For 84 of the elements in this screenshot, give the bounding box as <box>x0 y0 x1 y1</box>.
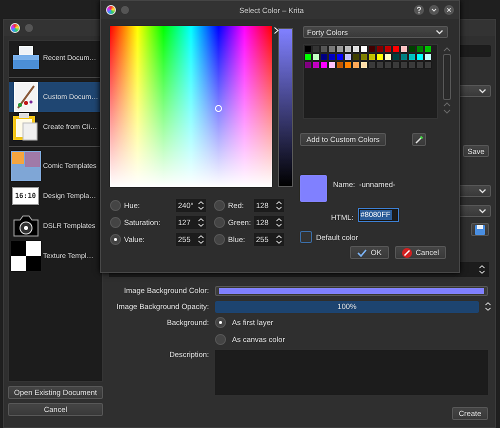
eyedropper-icon <box>414 135 424 144</box>
color-picker-button[interactable] <box>215 286 488 296</box>
radio-button[interactable] <box>214 216 225 228</box>
color-swatch[interactable] <box>304 61 312 69</box>
color-swatch[interactable] <box>376 45 384 53</box>
color-swatch[interactable] <box>360 53 368 61</box>
spin-arrows-icon[interactable] <box>198 234 204 244</box>
spin-arrows-icon[interactable] <box>485 302 491 311</box>
help-icon[interactable] <box>414 5 424 15</box>
color-swatch[interactable] <box>384 45 392 53</box>
color-swatch[interactable] <box>392 53 400 61</box>
spin-arrows-icon[interactable] <box>276 218 282 226</box>
color-swatch[interactable] <box>424 45 432 53</box>
color-swatch[interactable] <box>416 53 424 61</box>
color-swatch[interactable] <box>376 53 384 61</box>
color-swatch[interactable] <box>416 45 424 53</box>
radio-button[interactable] <box>110 234 121 244</box>
color-swatch[interactable] <box>368 53 376 61</box>
color-swatch[interactable] <box>344 61 352 69</box>
color-swatch[interactable] <box>328 61 336 69</box>
color-swatch[interactable] <box>344 53 352 61</box>
chevron-down-icon <box>479 88 486 94</box>
color-swatch[interactable] <box>304 45 312 53</box>
color-swatch[interactable] <box>312 53 320 61</box>
radio-button[interactable] <box>215 334 226 345</box>
color-swatch[interactable] <box>336 45 344 53</box>
app-logo-icon <box>10 23 20 33</box>
color-swatch[interactable] <box>392 45 400 53</box>
scroll-up-icon[interactable] <box>443 47 452 52</box>
comic-page-icon <box>10 151 40 181</box>
save-icon-button[interactable] <box>471 223 489 236</box>
color-swatch[interactable] <box>328 53 336 61</box>
color-swatch[interactable] <box>352 53 360 61</box>
checkmark-icon <box>356 248 367 256</box>
radio-button[interactable] <box>215 317 226 328</box>
color-swatch[interactable] <box>312 45 320 53</box>
spin-arrows-icon[interactable] <box>276 234 282 244</box>
color-preview <box>300 175 327 202</box>
minimize-icon[interactable] <box>429 5 439 15</box>
radio-button[interactable] <box>110 216 121 228</box>
close-icon[interactable] <box>444 5 454 15</box>
clipboard-icon <box>12 112 40 142</box>
radio-button[interactable] <box>214 234 225 244</box>
color-swatch[interactable] <box>360 45 368 53</box>
radio-button[interactable] <box>110 200 121 210</box>
color-swatch[interactable] <box>312 61 320 69</box>
app-logo-icon <box>106 5 116 15</box>
color-swatch[interactable] <box>400 45 408 53</box>
color-swatch[interactable] <box>344 45 352 53</box>
color-swatch[interactable] <box>384 53 392 61</box>
color-swatch[interactable] <box>304 53 312 61</box>
color-swatch[interactable] <box>320 61 328 69</box>
color-swatch[interactable] <box>352 61 360 69</box>
chevron-down-icon <box>436 30 443 34</box>
chevron-down-icon <box>479 208 486 214</box>
color-swatch[interactable] <box>408 53 416 61</box>
picker-cursor-icon <box>215 105 222 112</box>
color-swatch[interactable] <box>408 45 416 53</box>
scroll-down-icon[interactable] <box>443 109 452 114</box>
chevron-down-icon <box>479 188 486 194</box>
cancel-icon <box>402 248 412 258</box>
color-swatch[interactable] <box>328 45 336 53</box>
tray-icon <box>12 45 40 71</box>
color-swatch[interactable] <box>320 53 328 61</box>
camera-icon <box>12 214 40 238</box>
spin-arrows-icon[interactable] <box>276 200 282 210</box>
color-swatch[interactable] <box>336 53 344 61</box>
color-swatch[interactable] <box>320 45 328 53</box>
color-swatch[interactable] <box>352 45 360 53</box>
radio-button[interactable] <box>214 200 225 210</box>
eyedropper-button[interactable] <box>412 133 426 146</box>
color-swatch[interactable] <box>360 61 368 69</box>
spin-arrows-icon <box>479 265 485 274</box>
brushes-icon <box>14 82 38 112</box>
color-swatch[interactable] <box>424 53 432 61</box>
color-field[interactable] <box>110 26 272 187</box>
color-swatch[interactable] <box>368 45 376 53</box>
scroll-up-icon[interactable] <box>443 102 452 107</box>
spin-arrows-icon[interactable] <box>198 200 204 210</box>
checkbox[interactable] <box>300 231 312 243</box>
color-swatch[interactable] <box>400 53 408 61</box>
checkerboard-icon <box>10 241 40 271</box>
color-swatch[interactable] <box>336 61 344 69</box>
spin-arrows-icon[interactable] <box>198 218 204 226</box>
